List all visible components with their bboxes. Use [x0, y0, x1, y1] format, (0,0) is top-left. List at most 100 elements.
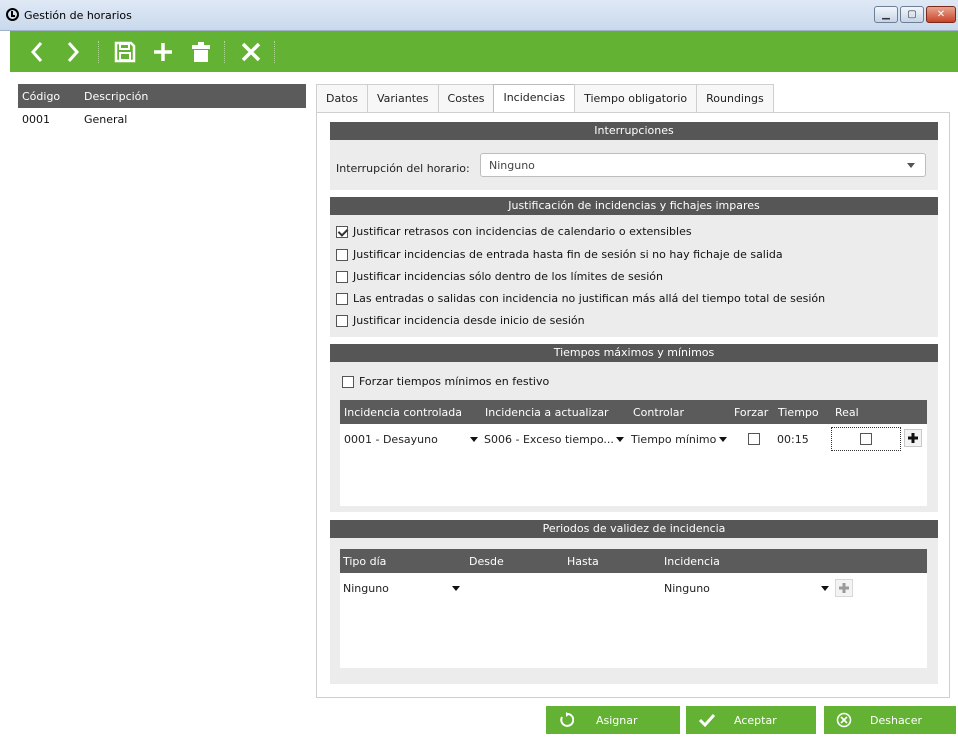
- maximize-button[interactable]: ▢: [900, 6, 924, 23]
- minimize-button[interactable]: ▁: [874, 6, 898, 23]
- interrupcion-select[interactable]: Ninguno: [480, 153, 926, 177]
- column-header: Desde: [469, 555, 504, 568]
- plus-icon: [908, 433, 918, 443]
- justificar-inicio-checkbox[interactable]: Justificar incidencia desde inicio de se…: [336, 314, 585, 327]
- plus-icon: [839, 583, 849, 593]
- close-window-button[interactable]: ✕: [926, 6, 956, 23]
- justificacion-section: Justificación de incidencias y fichajes …: [330, 197, 938, 337]
- controlar-value[interactable]: Tiempo mínimo: [631, 433, 716, 446]
- periodos-grid: Tipo día Desde Hasta Incidencia Ninguno …: [340, 549, 927, 668]
- toolbar-separator: [274, 41, 275, 63]
- justificar-entrada-checkbox[interactable]: Justificar incidencias de entrada hasta …: [336, 248, 783, 261]
- table-row[interactable]: 0001 General: [18, 108, 306, 130]
- checkbox-checked[interactable]: [336, 225, 348, 238]
- toolbar-separator: [98, 41, 99, 63]
- column-header-codigo[interactable]: Código: [18, 90, 84, 103]
- tipo-dia-value[interactable]: Ninguno: [343, 582, 389, 595]
- incidencia-controlada-value[interactable]: 0001 - Desayuno: [344, 433, 438, 446]
- column-header: Hasta: [567, 555, 599, 568]
- column-header-descripcion[interactable]: Descripción: [84, 90, 148, 103]
- add-period-button[interactable]: [835, 579, 853, 597]
- section-title: Interrupciones: [330, 122, 938, 140]
- schedule-list: Código Descripción 0001 General: [18, 84, 306, 704]
- checkbox[interactable]: [336, 248, 348, 261]
- section-title: Periodos de validez de incidencia: [330, 520, 938, 538]
- chevron-right-icon: [67, 41, 80, 62]
- plus-icon: [154, 42, 172, 61]
- tab-bar: Datos Variantes Costes Incidencias Tiemp…: [316, 84, 774, 113]
- tiempos-section: Tiempos máximos y mínimos Forzar tiempos…: [330, 344, 938, 512]
- interrupcion-label: Interrupción del horario:: [336, 162, 470, 175]
- incidencia-actualizar-value[interactable]: S006 - Exceso tiempo...: [484, 433, 614, 446]
- column-header: Forzar: [734, 406, 769, 419]
- add-button[interactable]: [146, 31, 180, 72]
- chevron-down-icon[interactable]: [821, 586, 829, 591]
- justificar-limites-checkbox[interactable]: Justificar incidencias sólo dentro de lo…: [336, 270, 663, 283]
- checkbox[interactable]: [336, 314, 348, 327]
- checkbox-label: Justificar incidencias de entrada hasta …: [353, 248, 783, 261]
- entradas-salidas-checkbox[interactable]: Las entradas o salidas con incidencia no…: [336, 292, 825, 305]
- forzar-checkbox[interactable]: [748, 433, 760, 445]
- save-icon: [114, 41, 136, 62]
- checkbox[interactable]: [336, 270, 348, 283]
- section-title: Justificación de incidencias y fichajes …: [330, 197, 938, 215]
- tab-incidencias[interactable]: Incidencias: [493, 84, 576, 113]
- add-row-button[interactable]: [904, 429, 922, 447]
- chevron-left-icon: [30, 41, 43, 62]
- chevron-down-icon[interactable]: [452, 586, 460, 591]
- forzar-festivo-checkbox[interactable]: Forzar tiempos mínimos en festivo: [342, 375, 549, 388]
- justificar-retrasos-checkbox[interactable]: Justificar retrasos con incidencias de c…: [336, 225, 692, 238]
- column-header: Incidencia controlada: [344, 406, 462, 419]
- trash-icon: [192, 41, 210, 62]
- incidencia-value[interactable]: Ninguno: [664, 582, 710, 595]
- column-header: Tipo día: [343, 555, 387, 568]
- row-codigo: 0001: [22, 112, 50, 126]
- tiempo-value[interactable]: 00:15: [777, 433, 809, 446]
- chevron-down-icon: [907, 163, 915, 168]
- grid-header: Tipo día Desde Hasta Incidencia: [340, 549, 927, 573]
- forward-button[interactable]: [56, 31, 90, 72]
- back-button[interactable]: [20, 31, 54, 72]
- toolbar: [10, 31, 958, 72]
- refresh-icon: [560, 712, 574, 727]
- column-header: Real: [835, 406, 859, 419]
- checkbox-label: Justificar retrasos con incidencias de c…: [353, 225, 692, 238]
- tab-tiempo-obligatorio[interactable]: Tiempo obligatorio: [574, 84, 698, 112]
- real-checkbox[interactable]: [860, 433, 872, 445]
- checkbox-label: Justificar incidencia desde inicio de se…: [353, 314, 585, 327]
- column-header: Controlar: [633, 406, 685, 419]
- checkbox[interactable]: [342, 375, 354, 388]
- tiempos-grid: Incidencia controlada Incidencia a actua…: [340, 400, 927, 506]
- row-descripcion: General: [84, 112, 128, 126]
- asignar-button[interactable]: Asignar: [546, 706, 680, 734]
- save-button[interactable]: [108, 31, 142, 72]
- deshacer-label: Deshacer: [870, 714, 923, 727]
- close-icon: [241, 42, 261, 61]
- table-row[interactable]: 0001 - Desayuno S006 - Exceso tiempo... …: [340, 427, 927, 453]
- clock-icon: [6, 8, 19, 21]
- checkmark-icon: [698, 713, 716, 728]
- checkbox[interactable]: [336, 292, 348, 305]
- table-row[interactable]: Ninguno Ninguno: [340, 579, 927, 602]
- chevron-down-icon[interactable]: [616, 437, 624, 442]
- asignar-label: Asignar: [596, 714, 638, 727]
- cancel-button[interactable]: [234, 31, 268, 72]
- checkbox-label: Las entradas o salidas con incidencia no…: [353, 292, 826, 305]
- grid-header: Incidencia controlada Incidencia a actua…: [340, 400, 927, 424]
- chevron-down-icon[interactable]: [719, 437, 727, 442]
- tab-roundings[interactable]: Roundings: [696, 84, 774, 112]
- deshacer-button[interactable]: Deshacer: [824, 706, 956, 734]
- chevron-down-icon[interactable]: [470, 437, 478, 442]
- interrupcion-value: Ninguno: [489, 159, 535, 172]
- window-titlebar: Gestión de horarios ▁ ▢ ✕: [0, 0, 958, 31]
- checkbox-label: Justificar incidencias sólo dentro de lo…: [353, 270, 663, 283]
- delete-button[interactable]: [184, 31, 218, 72]
- section-title: Tiempos máximos y mínimos: [330, 344, 938, 362]
- periodos-section: Periodos de validez de incidencia Tipo d…: [330, 520, 938, 684]
- column-header: Incidencia: [664, 555, 720, 568]
- tab-variantes[interactable]: Variantes: [367, 84, 439, 112]
- aceptar-button[interactable]: Aceptar: [686, 706, 816, 734]
- tab-costes[interactable]: Costes: [437, 84, 495, 112]
- tab-datos[interactable]: Datos: [316, 84, 368, 112]
- interrupciones-section: Interrupciones Interrupción del horario:…: [330, 122, 938, 190]
